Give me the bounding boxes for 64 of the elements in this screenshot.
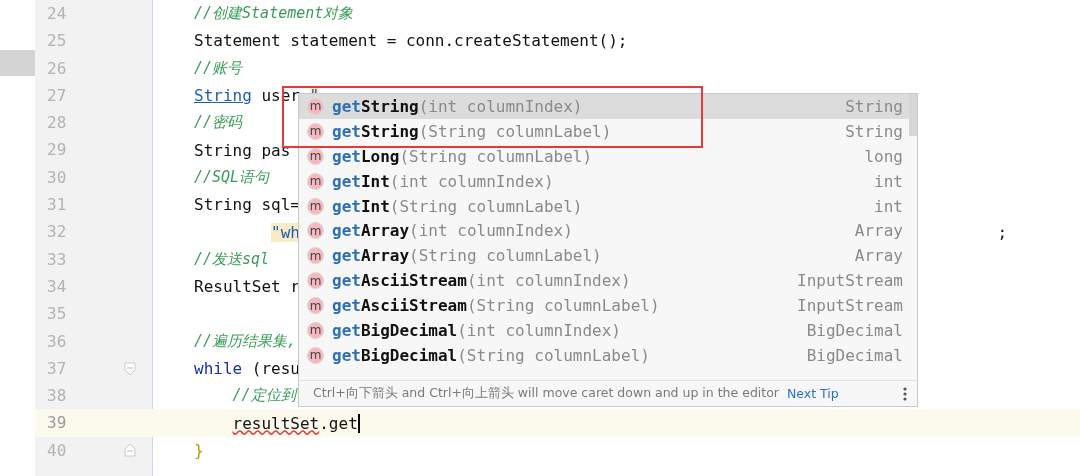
code-text: //创建Statement对象 [194, 4, 354, 24]
code-text: String sql= [194, 195, 300, 215]
completion-item[interactable]: m getLong(String columnLabel) long [299, 143, 917, 169]
line-number: 25 [46, 30, 68, 53]
line-number: 31 [46, 194, 68, 217]
line-number: 33 [46, 248, 68, 271]
code-text: "wh [271, 222, 300, 242]
line-number: 28 [46, 112, 68, 135]
code-text: .get [319, 413, 358, 433]
code-text: ; [997, 222, 1008, 242]
method-icon: m [307, 122, 324, 140]
method-icon: m [307, 321, 324, 339]
code-text: //遍历结果集, [194, 331, 297, 351]
method-icon: m [307, 97, 324, 115]
code-text: while [194, 359, 243, 378]
line-number: 32 [46, 221, 68, 244]
method-icon: m [307, 172, 324, 190]
hint-text: Ctrl+向下箭头 and Ctrl+向上箭头 will move caret down and up in the editor [313, 385, 779, 402]
line-number: 30 [46, 166, 68, 189]
code-text: //SQL语句 [194, 167, 270, 187]
line-number: 34 [46, 275, 68, 298]
code-text: //定位到 [232, 386, 296, 406]
completion-item[interactable]: m getBigDecimal(int columnIndex) BigDecimal [299, 318, 917, 343]
line-number: 36 [46, 330, 68, 353]
side-panel-highlight [0, 50, 35, 76]
code-text: Statement statement = conn.createStatement(); [194, 31, 628, 51]
code-text: (resu [250, 359, 300, 378]
scrollbar-thumb[interactable] [909, 94, 917, 136]
completion-item[interactable]: m getArray(String columnLabel) Array [299, 243, 917, 269]
line-number: 35 [46, 303, 68, 326]
code-text: //发送sql [194, 249, 270, 269]
completion-item[interactable]: m getArray(int columnIndex) Array [299, 218, 917, 244]
method-icon: m [307, 297, 324, 315]
method-icon: m [307, 346, 324, 364]
method-icon: m [307, 197, 324, 215]
method-icon: m [307, 272, 324, 290]
more-icon[interactable] [903, 386, 907, 401]
code-text: resultSet [232, 413, 320, 433]
line-number: 29 [46, 139, 68, 162]
line-number: 40 [46, 439, 68, 462]
completion-item[interactable]: m getBigDecimal(String columnLabel) BigDecimal [299, 342, 917, 368]
code-text: String pas [194, 140, 291, 160]
completion-item[interactable]: m getInt(String columnLabel) int [299, 193, 917, 219]
completion-item[interactable]: m getInt(int columnIndex) int [299, 168, 917, 194]
code-text: ResultSet r [194, 277, 300, 297]
fold-icon[interactable] [123, 443, 136, 458]
code-text: //密码 [194, 113, 243, 133]
next-tip-link[interactable]: Next Tip [787, 386, 839, 401]
completion-item[interactable]: m getAsciiStream(int columnIndex) InputStream [299, 268, 917, 294]
line-number: 38 [46, 385, 68, 408]
method-icon: m [307, 247, 324, 265]
fold-icon[interactable] [123, 361, 136, 376]
completion-item[interactable]: m getAsciiStream(String columnLabel) InputStream [299, 293, 917, 318]
code-text: //账号 [194, 58, 243, 78]
line-number: 27 [46, 84, 68, 107]
line-number: 24 [46, 3, 68, 25]
line-number: 26 [46, 57, 68, 80]
method-icon: m [307, 222, 324, 240]
line-number: 37 [46, 357, 68, 380]
code-text: } [194, 440, 204, 460]
text-caret [357, 413, 360, 433]
code-text: String [194, 86, 252, 106]
completion-item[interactable]: m getString(String columnLabel) String [299, 118, 917, 144]
line-number: 39 [46, 412, 68, 435]
